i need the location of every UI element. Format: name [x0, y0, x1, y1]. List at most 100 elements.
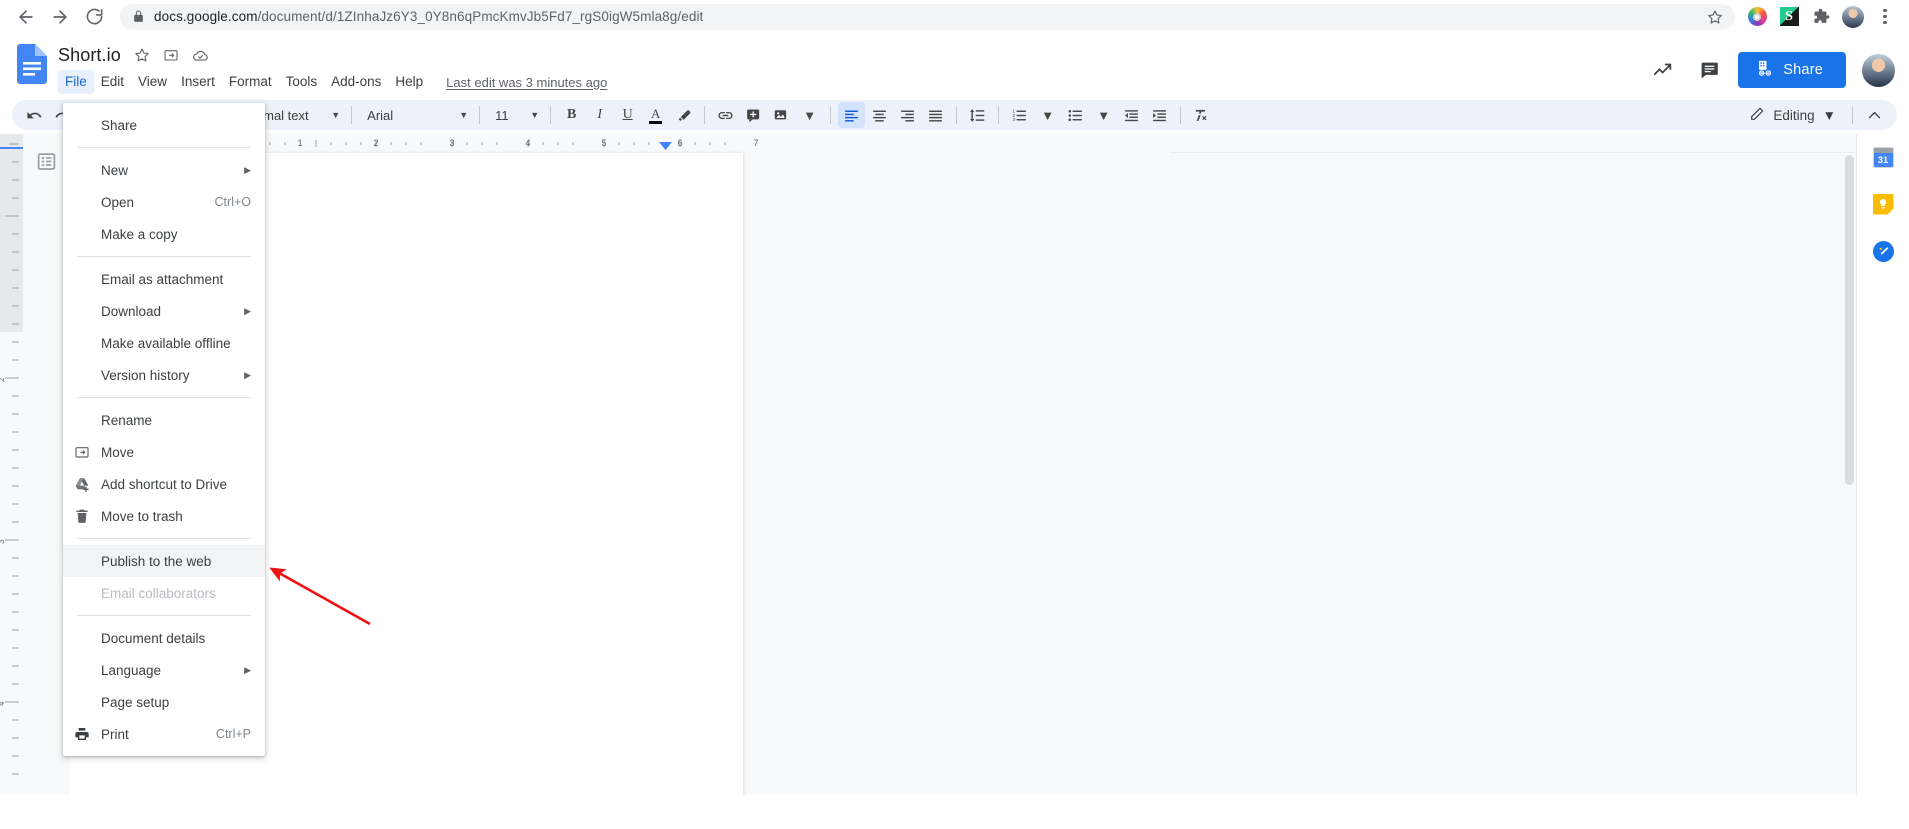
toolbar-wrapper: 100% ▼ Normal text ▼ Arial ▼ 11 ▼ B I U …	[0, 96, 1909, 134]
cloud-saved-icon[interactable]	[192, 47, 209, 64]
menu-item-print[interactable]: Print Ctrl+P	[63, 718, 265, 750]
activity-dashboard-icon[interactable]	[1644, 51, 1682, 89]
menu-item-email-collaborators: Email collaborators	[63, 577, 265, 609]
menu-item-language[interactable]: Language ▶	[63, 654, 265, 686]
numbered-list-caret[interactable]: ▼	[1034, 102, 1061, 128]
address-bar[interactable]: docs.google.com/document/d/1ZInhaJz6Y3_0…	[120, 3, 1735, 30]
menu-item-publish-to-the-web[interactable]: Publish to the web	[63, 545, 265, 577]
horizontal-ruler[interactable]: 1 12 34 56 7	[70, 134, 1856, 153]
menu-item-open[interactable]: Open Ctrl+O	[63, 186, 265, 218]
menu-item-download[interactable]: Download ▶	[63, 295, 265, 327]
document-canvas[interactable]: 1 12 34 56 7 My Google Doc	[70, 134, 1856, 795]
file-menu-dropdown[interactable]: Share New ▶ Open Ctrl+O Make a copy Emai…	[63, 103, 265, 756]
google-tasks-icon[interactable]	[1871, 239, 1895, 263]
url-host: docs.google.com	[154, 9, 258, 24]
menu-item-document-details[interactable]: Document details	[63, 622, 265, 654]
numbered-list-icon[interactable]: 123	[1006, 102, 1033, 128]
underline-button[interactable]: U	[614, 102, 641, 128]
italic-button[interactable]: I	[586, 102, 613, 128]
print-icon	[63, 726, 101, 742]
shortio-extension-icon[interactable]: S	[1775, 3, 1803, 31]
increase-indent-icon[interactable]	[1146, 102, 1173, 128]
menu-item-label: Version history	[101, 367, 190, 383]
menu-item-email-as-attachment[interactable]: Email as attachment	[63, 263, 265, 295]
menu-item-label: New	[101, 162, 129, 178]
menu-item-label: Download	[101, 303, 162, 319]
menu-view[interactable]: View	[131, 70, 174, 94]
browser-profile-avatar[interactable]	[1839, 3, 1867, 31]
svg-text:3: 3	[1013, 117, 1016, 123]
clear-formatting-icon[interactable]	[1188, 102, 1215, 128]
toolbar-divider	[1180, 106, 1182, 124]
last-edit-link[interactable]: Last edit was 3 minutes ago	[446, 75, 607, 90]
insert-link-icon[interactable]	[712, 102, 739, 128]
menu-tools[interactable]: Tools	[279, 70, 325, 94]
scrollbar-thumb[interactable]	[1845, 155, 1854, 485]
toolbar-divider	[998, 106, 1000, 124]
align-right-icon[interactable]	[894, 102, 921, 128]
decrease-indent-icon[interactable]	[1118, 102, 1145, 128]
menu-item-page-setup[interactable]: Page setup	[63, 686, 265, 718]
highlight-pen-icon[interactable]	[670, 102, 697, 128]
kebab-menu-icon[interactable]	[1871, 3, 1899, 31]
menu-help[interactable]: Help	[388, 70, 430, 94]
menu-item-move-to-trash[interactable]: Move to trash	[63, 500, 265, 532]
svg-text:4: 4	[525, 138, 530, 148]
svg-text:2: 2	[373, 138, 378, 148]
font-size-select[interactable]: 11 ▼	[487, 102, 543, 128]
document-title[interactable]: Short.io	[58, 45, 121, 66]
toolbar-divider	[956, 106, 958, 124]
bulleted-list-icon[interactable]	[1062, 102, 1089, 128]
insert-image-icon[interactable]	[768, 102, 795, 128]
menu-add-ons[interactable]: Add-ons	[324, 70, 388, 94]
toolbar-divider	[1852, 106, 1853, 124]
menu-item-move[interactable]: Move	[63, 436, 265, 468]
submenu-arrow-icon: ▶	[244, 664, 251, 675]
forward-button[interactable]	[44, 1, 76, 33]
menu-format[interactable]: Format	[222, 70, 279, 94]
menu-edit[interactable]: Edit	[94, 70, 131, 94]
line-spacing-icon[interactable]	[964, 102, 991, 128]
menu-item-version-history[interactable]: Version history ▶	[63, 359, 265, 391]
toolbar-divider	[479, 106, 481, 124]
move-to-folder-icon[interactable]	[163, 47, 179, 63]
align-center-icon[interactable]	[866, 102, 893, 128]
align-left-icon[interactable]	[838, 102, 866, 128]
svg-text:4: 4	[0, 701, 6, 706]
text-color-button[interactable]: A	[642, 102, 669, 128]
browser-toolbar: docs.google.com/document/d/1ZInhaJz6Y3_0…	[0, 0, 1909, 33]
menu-item-new[interactable]: New ▶	[63, 154, 265, 186]
menu-item-rename[interactable]: Rename	[63, 404, 265, 436]
menu-file[interactable]: File	[58, 70, 94, 94]
share-button[interactable]: Share	[1738, 52, 1846, 88]
google-calendar-icon[interactable]: 31	[1871, 145, 1895, 169]
menu-item-share[interactable]: Share	[63, 109, 265, 141]
align-justify-icon[interactable]	[922, 102, 949, 128]
google-docs-logo	[12, 41, 52, 91]
back-button[interactable]	[10, 1, 42, 33]
image-options-caret[interactable]: ▼	[796, 102, 823, 128]
menu-insert[interactable]: Insert	[174, 70, 222, 94]
star-icon[interactable]	[134, 47, 150, 63]
chevron-down-icon: ▼	[459, 109, 469, 120]
bulleted-list-caret[interactable]: ▼	[1090, 102, 1117, 128]
account-avatar[interactable]	[1862, 53, 1895, 87]
undo-icon[interactable]	[21, 102, 48, 128]
puzzle-extensions-icon[interactable]	[1807, 3, 1835, 31]
comment-history-icon[interactable]	[1690, 51, 1728, 89]
menu-separator	[77, 615, 251, 616]
color-wheel-extension-icon[interactable]	[1743, 3, 1771, 31]
font-family-select[interactable]: Arial ▼	[359, 102, 472, 128]
reload-button[interactable]	[78, 1, 110, 33]
menu-item-add-shortcut-to-drive[interactable]: Add shortcut to Drive	[63, 468, 265, 500]
google-keep-icon[interactable]	[1871, 192, 1895, 216]
document-scrollbar[interactable]	[1845, 155, 1854, 791]
menu-item-make-available-offline[interactable]: Make available offline	[63, 327, 265, 359]
add-comment-icon[interactable]	[740, 102, 767, 128]
editing-mode-button[interactable]: Editing ▼	[1739, 102, 1844, 128]
collapse-toolbar-icon[interactable]	[1861, 102, 1888, 128]
document-outline-icon[interactable]	[32, 147, 60, 175]
bold-button[interactable]: B	[558, 102, 585, 128]
menu-item-make-a-copy[interactable]: Make a copy	[63, 218, 265, 250]
bookmark-star-icon[interactable]	[1707, 9, 1723, 25]
